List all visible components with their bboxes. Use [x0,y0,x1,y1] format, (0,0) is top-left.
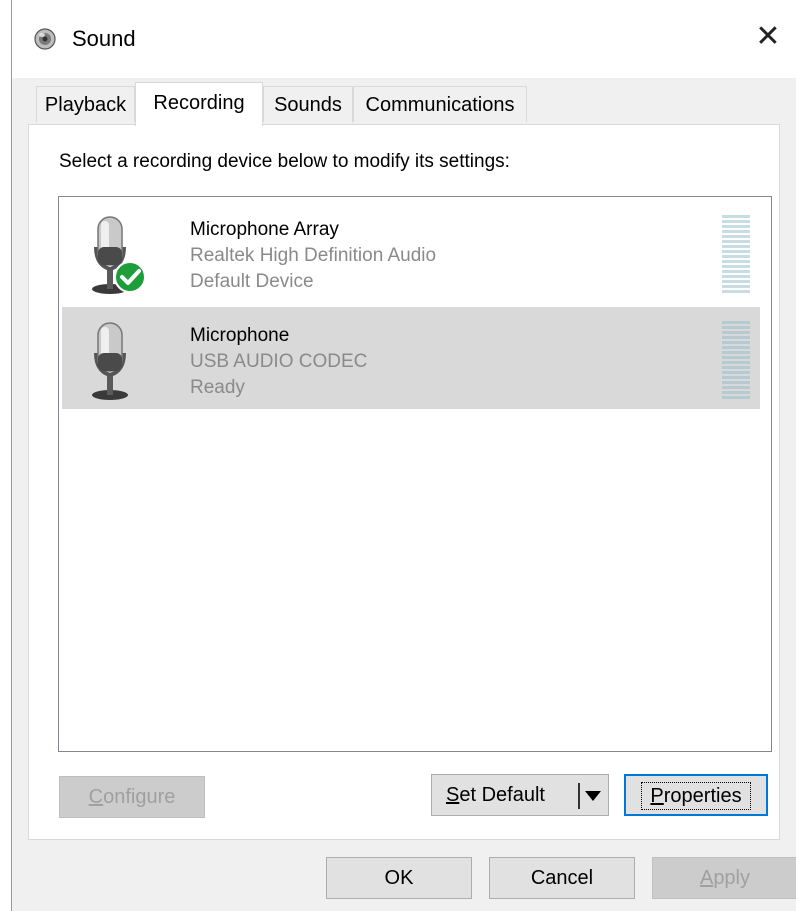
recording-panel: Select a recording device below to modif… [28,124,780,840]
device-name: Microphone Array [190,219,339,240]
properties-focus: Properties [641,782,751,810]
set-default-button[interactable]: Set Default [431,774,609,816]
level-meter [722,215,750,293]
configure-button[interactable]: Configure [59,776,205,818]
properties-label: roperties [663,785,742,807]
title-bar: Sound ✕ [12,0,796,78]
tab-label: Sounds [274,94,342,116]
set-default-label: et Default [459,784,545,806]
tab-playback[interactable]: Playback [36,86,135,122]
close-icon: ✕ [755,20,781,53]
device-item-microphone-array[interactable]: Microphone Array Realtek High Definition… [62,201,760,303]
device-driver: USB AUDIO CODEC [190,351,368,372]
device-status: Default Device [190,271,314,292]
device-status: Ready [190,377,245,398]
tab-communications[interactable]: Communications [353,86,527,122]
apply-accel: A [699,867,714,889]
set-default-accel: S [446,784,460,806]
properties-button[interactable]: Properties [624,774,768,816]
window-title: Sound [72,26,136,51]
tab-label: Recording [153,92,245,114]
apply-label: pply [713,867,751,889]
tab-label: Communications [365,94,515,116]
ok-button[interactable]: OK [326,857,472,899]
close-button[interactable]: ✕ [739,12,796,62]
cancel-label: Cancel [530,867,594,889]
level-meter [722,321,750,399]
apply-button[interactable]: Apply [652,857,796,899]
device-list[interactable]: Microphone Array Realtek High Definition… [58,196,772,752]
cancel-button[interactable]: Cancel [489,857,635,899]
microphone-icon [92,322,128,400]
tab-label: Playback [44,94,127,116]
chevron-down-icon[interactable] [585,791,601,801]
instruction-text: Select a recording device below to modif… [59,151,510,172]
device-driver: Realtek High Definition Audio [190,245,437,266]
ok-label: OK [384,867,414,889]
device-item-microphone[interactable]: Microphone USB AUDIO CODEC Ready [62,307,760,409]
check-icon [114,261,146,293]
split-divider [578,783,580,809]
sound-dialog: Sound ✕ Playback Recording Sounds Commun… [11,0,796,911]
properties-accel: P [650,785,664,807]
tab-recording[interactable]: Recording [135,82,263,126]
tab-sounds[interactable]: Sounds [263,86,353,122]
microphone-icon [92,216,146,294]
configure-label: onfigure [103,786,176,808]
speaker-icon [34,28,56,50]
configure-accel: C [88,786,104,808]
device-name: Microphone [190,325,290,346]
